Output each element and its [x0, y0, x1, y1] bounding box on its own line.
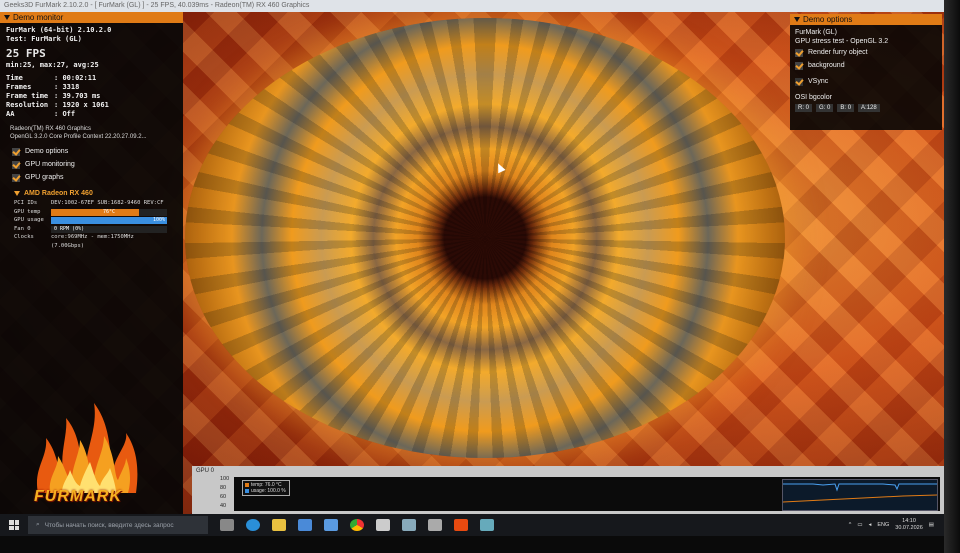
fan-row: Fan 0 0 RPM (0%)	[0, 225, 183, 234]
gpu-graph-panel: GPU 0 100 80 60 40 temp: 76.0 °C usage: …	[192, 466, 944, 514]
collapse-triangle-icon	[14, 191, 20, 196]
furmark-screen: Geeks3D FurMark 2.10.2.0 - [ FurMark (GL…	[0, 0, 960, 553]
clock-date: 30.07.2026	[895, 525, 923, 531]
app-icon[interactable]	[428, 519, 442, 531]
collapse-triangle-icon	[794, 17, 800, 22]
app-version: FurMark (64-bit) 2.10.2.0	[6, 26, 112, 34]
legend-usage: usage: 100.0 %	[251, 488, 286, 494]
stat-time: Time: 00:02:11	[6, 74, 97, 82]
chevron-up-icon[interactable]: ^	[849, 522, 852, 528]
checkmark-icon	[795, 48, 803, 57]
furmark-logo-text: FURMARK	[34, 488, 122, 505]
stat-aa: AA: Off	[6, 110, 76, 118]
app-icon[interactable]	[402, 519, 416, 531]
fps-readout: 25 FPS	[6, 47, 46, 60]
checkmark-icon	[795, 61, 803, 70]
clock-time: 14:10	[902, 518, 916, 524]
windows-logo-icon	[9, 520, 19, 530]
axis-tick: 60	[220, 494, 227, 500]
temp-bar: 76°C	[51, 208, 167, 216]
osi-b-field[interactable]: B: 0	[837, 104, 855, 112]
app-icon[interactable]	[480, 519, 494, 531]
monitor-bezel-side	[944, 0, 960, 553]
demo-options-checkbox[interactable]: Demo options	[0, 145, 183, 158]
gpu-stats: PCI IDs DEV:1002-67EF SUB:1682-9460 REV:C…	[0, 199, 183, 250]
osi-a-field[interactable]: A:128	[858, 104, 880, 112]
store-icon[interactable]	[298, 519, 312, 531]
furmark-taskbar-icon[interactable]	[454, 519, 468, 531]
demo-options-panel: Demo options FurMark (GL) GPU stress tes…	[790, 14, 942, 130]
graph-title: GPU 0	[196, 468, 215, 474]
window-title: Geeks3D FurMark 2.10.2.0 - [ FurMark (GL…	[0, 0, 960, 12]
monitor-bezel	[0, 536, 960, 553]
osi-g-field[interactable]: G: 0	[816, 104, 834, 112]
fps-stats: min:25, max:27, avg:25	[6, 61, 99, 69]
fan-bar: 0 RPM (0%)	[51, 225, 167, 233]
edge-icon[interactable]	[246, 519, 260, 531]
gpu-name: Radeon(TM) RX 460 Graphics	[10, 126, 92, 132]
usage-row: GPU usage 100%	[14, 217, 167, 224]
vsync-checkbox[interactable]: VSync	[790, 75, 942, 88]
clocks-row: Clocks core:969MHz - mem:1750MHz (7.00Gbp…	[14, 234, 134, 249]
demo-monitor-header[interactable]: Demo monitor	[0, 12, 183, 23]
empty-checkbox-icon	[795, 77, 803, 86]
volume-icon[interactable]: ◂	[869, 522, 872, 528]
collapse-triangle-icon	[4, 15, 10, 20]
mail-icon[interactable]	[324, 519, 338, 531]
gpu-section-header[interactable]: AMD Radeon RX 460	[0, 190, 183, 197]
search-icon: ⌕	[36, 521, 40, 528]
osi-color-fields: R: 0 G: 0 B: 0 A:128	[790, 104, 942, 112]
file-explorer-icon[interactable]	[272, 519, 286, 531]
notification-icon[interactable]: ▤	[929, 522, 934, 528]
graph-legend: temp: 76.0 °C usage: 100.0 %	[242, 480, 290, 496]
axis-tick: 40	[220, 503, 227, 509]
task-view-icon[interactable]	[220, 519, 234, 531]
windows-taskbar: ⌕ Чтобы начать поиск, введите здесь запр…	[0, 514, 944, 536]
gpu-monitoring-checkbox[interactable]: GPU monitoring	[0, 158, 183, 171]
test-name: Test: FurMark (GL)	[6, 35, 82, 43]
stats-list: Time: 00:02:11 Frames: 3318 Frame time: …	[0, 74, 183, 119]
taskbar-search[interactable]: ⌕ Чтобы начать поиск, введите здесь запр…	[28, 516, 208, 534]
gpu-graphs-checkbox[interactable]: GPU graphs	[0, 171, 183, 184]
render-furry-checkbox[interactable]: Render furry object	[790, 46, 942, 59]
checkmark-icon	[12, 173, 20, 182]
language-indicator[interactable]: ENG	[877, 522, 889, 528]
chrome-icon[interactable]	[350, 519, 364, 531]
temp-row: GPU temp 76°C	[0, 208, 183, 217]
gl-context: OpenGL 3.2.0 Core Profile Context 22.20.…	[10, 134, 147, 140]
stat-resolution: Resolution: 1920 x 1061	[6, 101, 109, 109]
network-icon[interactable]: ▭	[857, 522, 862, 528]
start-button[interactable]	[0, 514, 28, 536]
checkmark-icon	[12, 147, 20, 156]
axis-tick: 100	[220, 476, 230, 482]
stat-frames: Frames: 3318	[6, 83, 80, 91]
system-tray: ^ ▭ ◂ ENG 14:10 30.07.2026 ▤	[849, 518, 944, 532]
search-placeholder: Чтобы начать поиск, введите здесь запрос	[44, 521, 174, 529]
osi-r-field[interactable]: R: 0	[795, 104, 813, 112]
pci-row: PCI IDs DEV:1002-67EF SUB:1682-9460 REV:C…	[14, 200, 164, 206]
axis-tick: 80	[220, 485, 227, 491]
clock[interactable]: 14:10 30.07.2026	[895, 518, 923, 532]
background-checkbox[interactable]: background	[790, 59, 942, 72]
demo-options-header[interactable]: Demo options	[790, 14, 942, 25]
options-subtitle: GPU stress test - OpenGL 3.2	[795, 38, 889, 45]
stat-frame-time: Frame time: 39.703 ms	[6, 92, 101, 100]
mini-history-graph	[782, 479, 938, 511]
demo-monitor-title: Demo monitor	[13, 13, 64, 22]
usage-bar: 100%	[51, 217, 167, 224]
options-title: FurMark (GL)	[795, 29, 837, 36]
settings-icon[interactable]	[376, 519, 390, 531]
osi-label: OSI bgcolor	[795, 94, 832, 101]
furry-donut-render	[185, 18, 785, 458]
checkmark-icon	[12, 160, 20, 169]
